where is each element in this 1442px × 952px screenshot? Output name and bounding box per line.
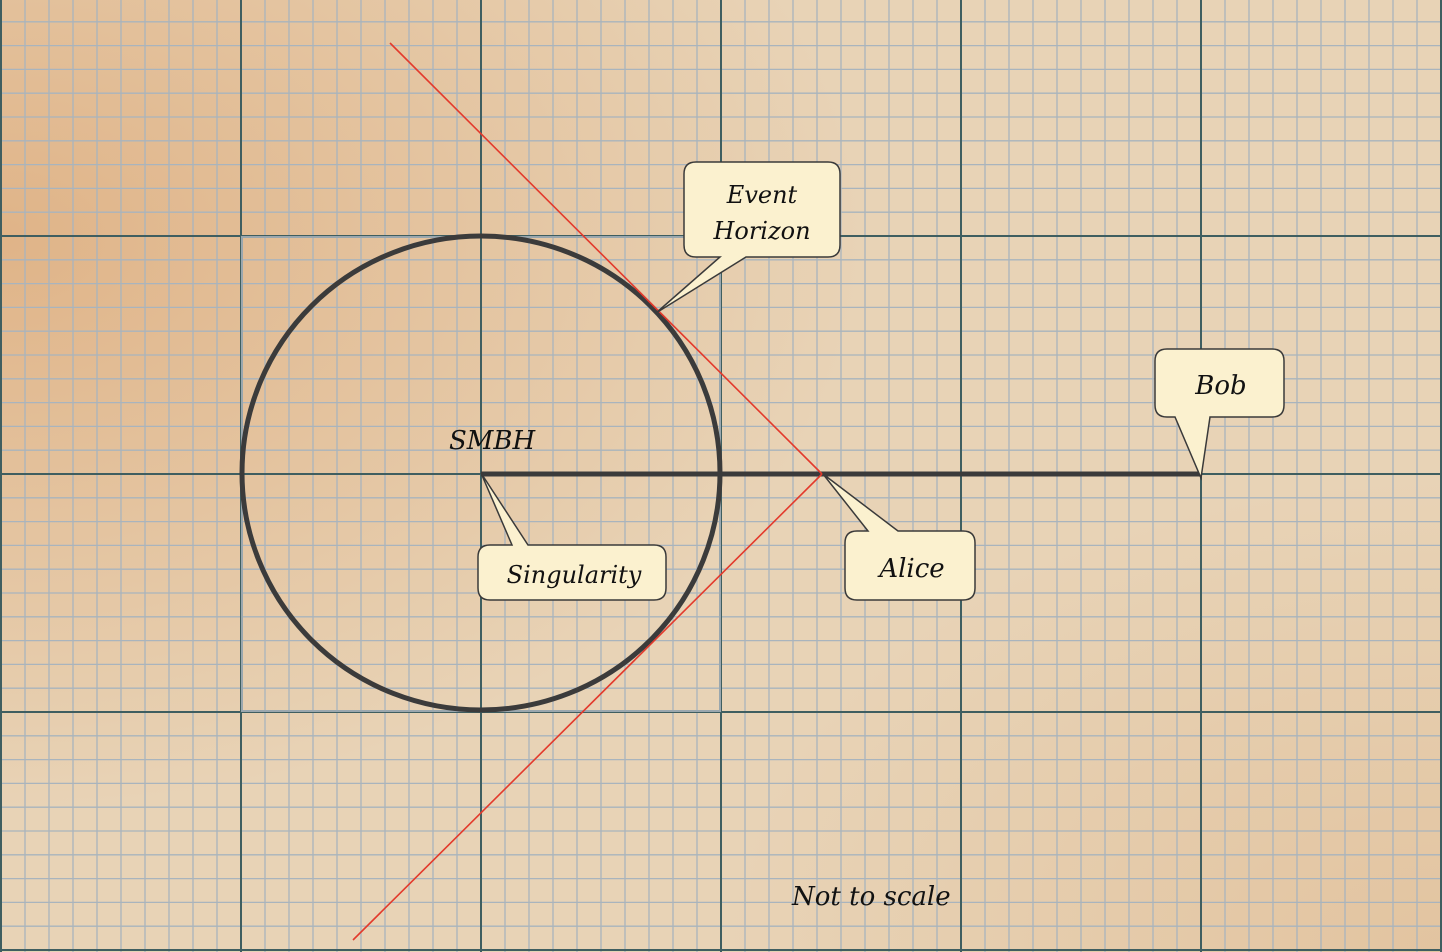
diagram-canvas: SMBH Event Horizon Bob Singularity Alice… — [0, 0, 1442, 952]
bob-label: Bob — [1194, 371, 1246, 401]
event-horizon-label-line2: Horizon — [712, 217, 810, 245]
smbh-label: SMBH — [449, 426, 537, 456]
alice-label: Alice — [877, 554, 944, 584]
singularity-label: Singularity — [507, 561, 642, 589]
event-horizon-label-line1: Event — [726, 181, 798, 209]
not-to-scale-note: Not to scale — [791, 882, 951, 912]
